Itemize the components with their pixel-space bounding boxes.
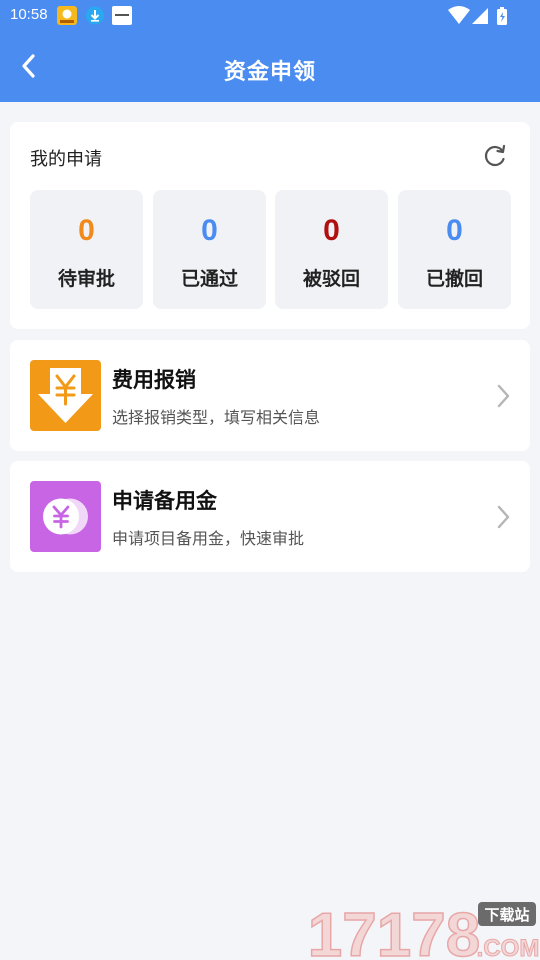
expense-reimbursement-entry[interactable]: 费用报销 选择报销类型，填写相关信息	[10, 340, 530, 451]
chevron-right-icon	[497, 384, 510, 408]
battery-icon	[497, 7, 507, 25]
stat-label: 已通过	[180, 268, 238, 290]
page-title: 资金申领	[223, 60, 316, 85]
stat-approved[interactable]: 0 已通过	[153, 190, 266, 309]
status-bar: 10:58	[0, 0, 540, 32]
chevron-right-icon	[497, 505, 510, 529]
watermark-badge: 下载站	[484, 906, 529, 924]
stat-count: 0	[201, 214, 218, 247]
entry-title: 费用报销	[112, 368, 196, 392]
entry-title: 申请备用金	[112, 489, 217, 513]
stat-pending[interactable]: 0 待审批	[30, 190, 143, 309]
site-watermark: 17178 下载站 .COM	[310, 900, 540, 960]
stat-count: 0	[446, 214, 463, 247]
section-title: 我的申请	[30, 149, 102, 170]
stat-label: 已撤回	[425, 268, 483, 290]
system-status-icons	[448, 6, 507, 25]
stat-label: 被驳回	[302, 268, 360, 290]
my-applications-card: 我的申请 0 待审批 0 已通过 0 被驳回 0 已撤回	[10, 122, 530, 329]
watermark-text: 17178	[310, 901, 480, 960]
petty-cash-entry[interactable]: 申请备用金 申请项目备用金，快速审批	[10, 461, 530, 572]
stat-label: 待审批	[57, 268, 115, 290]
download-icon	[86, 6, 104, 25]
nav-bar: 资金申领	[0, 32, 540, 102]
yen-coins-icon	[30, 481, 101, 552]
app-badge-icon	[112, 6, 132, 25]
wifi-icon	[448, 6, 470, 24]
stat-count: 0	[323, 214, 340, 247]
header: 10:58 资金申领	[0, 0, 540, 102]
stat-rejected[interactable]: 0 被驳回	[275, 190, 388, 309]
watermark-suffix: .COM	[477, 935, 540, 960]
status-time: 10:58	[10, 6, 48, 23]
entry-desc: 选择报销类型，填写相关信息	[112, 408, 321, 427]
refresh-icon[interactable]	[482, 143, 508, 169]
signal-icon	[472, 8, 488, 24]
app-notification-icon	[57, 6, 77, 25]
stat-count: 0	[78, 214, 95, 247]
stat-withdrawn[interactable]: 0 已撤回	[398, 190, 511, 309]
yen-download-icon	[30, 360, 101, 431]
entry-desc: 申请项目备用金，快速审批	[112, 529, 305, 548]
